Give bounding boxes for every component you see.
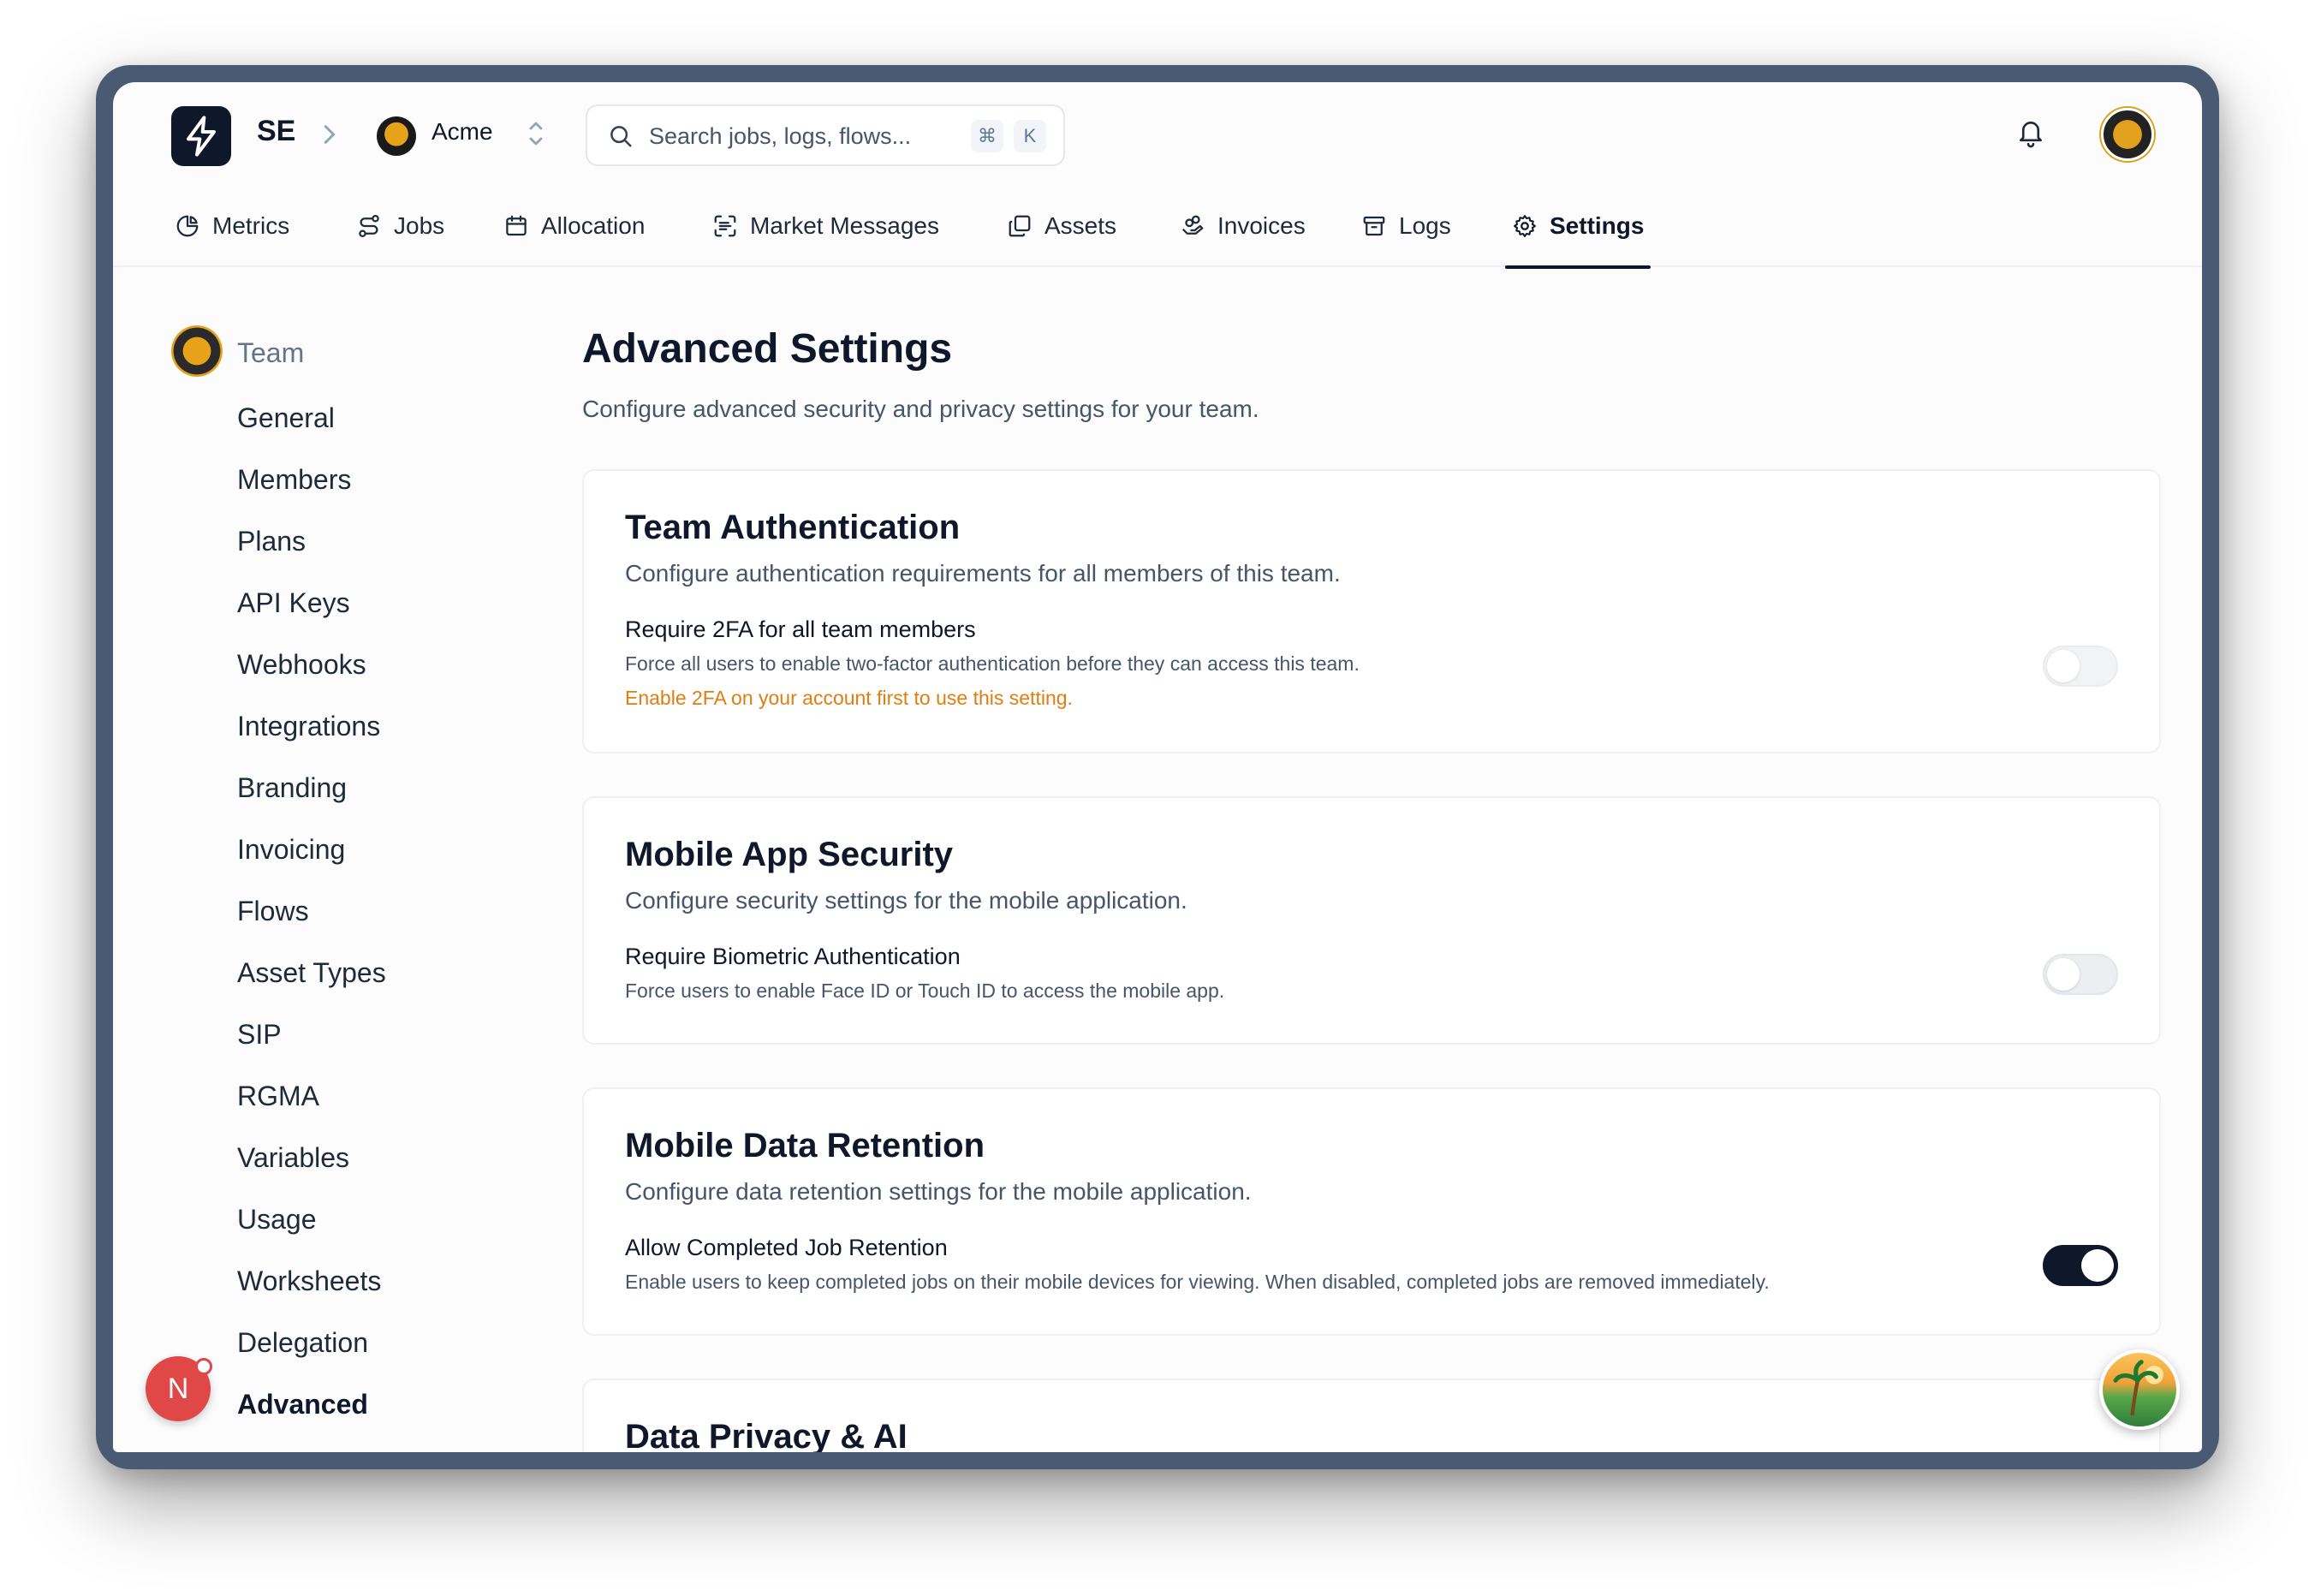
search-box[interactable]: Search jobs, logs, flows... ⌘ K (586, 104, 1065, 166)
calendar-icon (506, 215, 527, 236)
tab-metrics[interactable]: Metrics (175, 185, 289, 267)
sidebar-item-webhooks[interactable]: Webhooks (237, 649, 366, 681)
tab-market-messages[interactable]: Market Messages (712, 185, 939, 267)
setting-description: Enable users to keep completed jobs on t… (625, 1271, 1770, 1293)
toggle-knob (2047, 650, 2080, 682)
sidebar-item-flows[interactable]: Flows (237, 896, 309, 927)
tab-allocation[interactable]: Allocation (503, 185, 645, 267)
sidebar-item-rgma[interactable]: RGMA (237, 1081, 319, 1112)
setting-label: Require Biometric Authentication (625, 944, 961, 969)
sidebar-item-branding[interactable]: Branding (237, 772, 347, 804)
page-title: Advanced Settings (582, 326, 953, 372)
tab-jobs[interactable]: Jobs (356, 185, 444, 267)
copy-icon (1009, 215, 1031, 237)
route-icon (359, 215, 379, 237)
bell-icon[interactable] (2015, 116, 2046, 149)
main-nav: Metrics Jobs Allocation Market Messages … (113, 185, 2202, 269)
card-team-authentication: Team Authentication Configure authentica… (582, 469, 2161, 753)
pie-chart-icon (176, 215, 199, 237)
setting-label: Require 2FA for all team members (625, 616, 976, 642)
app-logo[interactable] (171, 106, 231, 166)
status-dot (195, 1358, 212, 1375)
org-name[interactable]: Acme (431, 118, 493, 146)
sidebar-item-integrations[interactable]: Integrations (237, 711, 380, 742)
archive-icon (1363, 216, 1385, 236)
setting-warning: Enable 2FA on your account first to use … (625, 687, 1073, 709)
app-window: SE Acme Search jobs, logs, flows... ⌘ K (113, 82, 2202, 1452)
card-title: Team Authentication (625, 509, 961, 546)
biometric-auth-toggle[interactable] (2043, 954, 2118, 995)
sidebar-item-asset-types[interactable]: Asset Types (237, 957, 386, 989)
sidebar-item-general[interactable]: General (237, 402, 335, 434)
sidebar-item-api-keys[interactable]: API Keys (237, 587, 350, 619)
user-initial-avatar[interactable]: N (146, 1356, 212, 1421)
device-frame: SE Acme Search jobs, logs, flows... ⌘ K (96, 65, 2219, 1469)
lightning-icon (187, 116, 216, 157)
toggle-knob (2081, 1249, 2114, 1282)
sidebar-item-sip[interactable]: SIP (237, 1019, 282, 1051)
chevrons-up-down-icon[interactable] (526, 118, 546, 149)
tab-assets[interactable]: Assets (1007, 185, 1116, 267)
page-subtitle: Configure advanced security and privacy … (582, 396, 1259, 422)
card-subtitle: Configure security settings for the mobi… (625, 887, 1187, 914)
search-placeholder: Search jobs, logs, flows... (649, 123, 912, 149)
kbd-command: ⌘ (971, 120, 1003, 152)
beach-avatar[interactable] (2099, 1349, 2180, 1430)
scan-text-icon (714, 215, 736, 237)
chevron-right-icon (324, 125, 336, 144)
hand-coins-icon (1181, 215, 1204, 235)
card-mobile-data-retention: Mobile Data Retention Configure data ret… (582, 1087, 2161, 1336)
search-icon (610, 126, 632, 147)
card-data-privacy-ai: Data Privacy & AI (582, 1379, 2161, 1452)
sidebar-item-variables[interactable]: Variables (237, 1142, 349, 1174)
palm-tree-icon (2113, 1360, 2163, 1416)
user-avatar[interactable] (2101, 108, 2154, 161)
card-subtitle: Configure data retention settings for th… (625, 1178, 1252, 1205)
gear-icon (1514, 215, 1536, 237)
setting-description: Force users to enable Face ID or Touch I… (625, 980, 1225, 1002)
sidebar-team-label: Team (237, 337, 305, 368)
sidebar-item-usage[interactable]: Usage (237, 1204, 317, 1236)
team-avatar (171, 325, 223, 377)
card-mobile-app-security: Mobile App Security Configure security s… (582, 796, 2161, 1045)
tab-logs[interactable]: Logs (1361, 185, 1451, 267)
tab-settings[interactable]: Settings (1504, 185, 1651, 269)
org-avatar (377, 116, 416, 156)
top-bar: SE Acme Search jobs, logs, flows... ⌘ K (113, 82, 2202, 185)
card-title: Mobile App Security (625, 836, 954, 873)
team-code[interactable]: SE (257, 115, 295, 148)
card-title: Data Privacy & AI (625, 1418, 908, 1452)
sidebar-item-worksheets[interactable]: Worksheets (237, 1265, 381, 1297)
sidebar-item-advanced[interactable]: Advanced (237, 1389, 368, 1420)
kbd-k: K (1014, 120, 1046, 152)
toggle-knob (2047, 958, 2080, 991)
sidebar-item-delegation[interactable]: Delegation (237, 1327, 368, 1359)
sidebar-item-members[interactable]: Members (237, 464, 351, 496)
setting-label: Allow Completed Job Retention (625, 1235, 948, 1260)
sidebar-item-invoicing[interactable]: Invoicing (237, 834, 345, 866)
setting-description: Force all users to enable two-factor aut… (625, 652, 1360, 675)
job-retention-toggle[interactable] (2043, 1245, 2118, 1286)
tab-invoices[interactable]: Invoices (1180, 185, 1306, 267)
require-2fa-toggle[interactable] (2043, 646, 2118, 687)
card-subtitle: Configure authentication requirements fo… (625, 560, 1341, 587)
card-title: Mobile Data Retention (625, 1127, 985, 1164)
sidebar-item-plans[interactable]: Plans (237, 526, 306, 557)
